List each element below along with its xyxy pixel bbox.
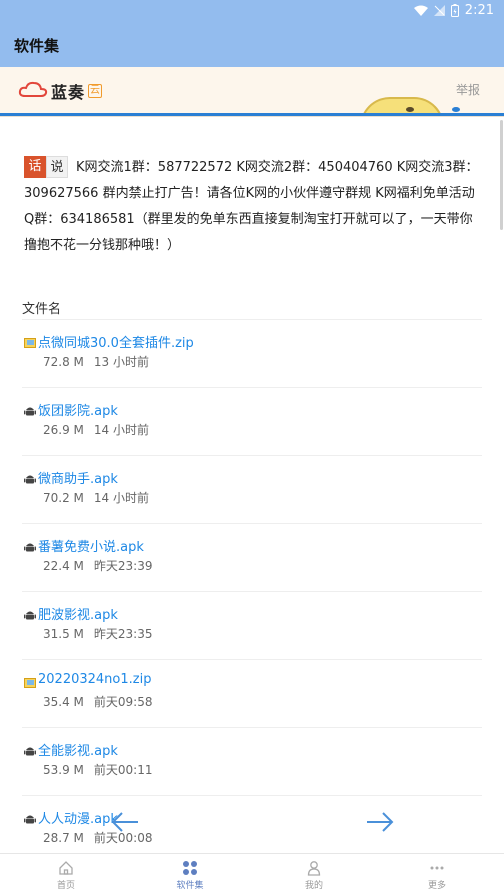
talk-badge: 话说 bbox=[24, 155, 68, 178]
app-bar: 软件集 bbox=[0, 22, 504, 67]
nav-home[interactable]: 首页 bbox=[26, 860, 106, 891]
file-list-header: 文件名 bbox=[22, 298, 482, 320]
file-size: 28.7 M bbox=[43, 831, 84, 845]
file-row[interactable]: 肥波影视.apk 31.5 M 昨天23:35 bbox=[22, 592, 482, 660]
file-name[interactable]: 人人动漫.apk bbox=[38, 808, 118, 827]
banner: 蓝奏 云 举报 bbox=[0, 67, 504, 117]
home-icon bbox=[26, 860, 106, 876]
decoration-dot bbox=[452, 107, 460, 112]
lanzou-logo: 蓝奏 云 bbox=[18, 79, 103, 103]
status-time: 2:21 bbox=[464, 3, 494, 18]
file-name[interactable]: 全能影视.apk bbox=[38, 740, 118, 759]
file-row[interactable]: 点微同城30.0全套插件.zip 72.8 M 13 小时前 bbox=[22, 320, 482, 388]
brand-badge: 云 bbox=[88, 84, 103, 98]
file-name[interactable]: 20220324no1.zip bbox=[38, 672, 151, 687]
android-icon bbox=[24, 742, 36, 756]
file-size: 72.8 M bbox=[43, 355, 84, 369]
file-name[interactable]: 番薯免费小说.apk bbox=[38, 536, 144, 555]
file-time: 前天00:11 bbox=[93, 763, 153, 777]
zip-icon bbox=[24, 334, 36, 348]
wifi-icon bbox=[413, 5, 428, 16]
file-time: 14 小时前 bbox=[93, 423, 149, 437]
file-time: 昨天23:39 bbox=[93, 559, 153, 573]
file-row[interactable]: 全能影视.apk 53.9 M 前天00:11 bbox=[22, 728, 482, 796]
file-row[interactable]: 饭团影院.apk 26.9 M 14 小时前 bbox=[22, 388, 482, 456]
signal-icon bbox=[433, 5, 445, 16]
arrow-right-icon[interactable] bbox=[365, 808, 395, 836]
android-icon bbox=[24, 402, 36, 416]
android-icon bbox=[24, 470, 36, 484]
grid-icon bbox=[150, 860, 230, 876]
notice-body: K网交流1群：587722572 K网交流2群：450404760 K网交流3群… bbox=[24, 160, 479, 253]
bottom-nav: 首页 软件集 我的 更多 bbox=[0, 853, 504, 896]
nav-label: 软件集 bbox=[176, 881, 204, 891]
android-icon bbox=[24, 606, 36, 620]
android-icon bbox=[24, 538, 36, 552]
file-size: 35.4 M bbox=[43, 695, 84, 709]
report-link[interactable]: 举报 bbox=[456, 81, 480, 98]
file-name[interactable]: 微商助手.apk bbox=[38, 468, 118, 487]
battery-icon bbox=[450, 4, 459, 17]
more-icon bbox=[397, 860, 477, 876]
nav-label: 我的 bbox=[304, 881, 323, 891]
file-size: 26.9 M bbox=[43, 423, 84, 437]
file-time: 昨天23:35 bbox=[93, 627, 153, 641]
file-row[interactable]: 番薯免费小说.apk 22.4 M 昨天23:39 bbox=[22, 524, 482, 592]
arrow-left-icon[interactable] bbox=[110, 808, 140, 836]
file-time: 前天09:58 bbox=[93, 695, 153, 709]
file-size: 70.2 M bbox=[43, 491, 84, 505]
banner-strip bbox=[0, 113, 504, 116]
user-icon bbox=[274, 860, 354, 876]
file-time: 13 小时前 bbox=[93, 355, 149, 369]
nav-mine[interactable]: 我的 bbox=[274, 860, 354, 891]
file-meta: 35.4 M 前天09:58 bbox=[43, 693, 152, 710]
notice-text: 话说 K网交流1群：587722572 K网交流2群：450404760 K网交流… bbox=[24, 155, 482, 259]
file-name[interactable]: 饭团影院.apk bbox=[38, 400, 118, 419]
file-meta: 70.2 M 14 小时前 bbox=[43, 489, 149, 506]
scrollbar[interactable] bbox=[500, 120, 503, 230]
decoration-eye bbox=[406, 107, 414, 112]
status-icons: 2:21 bbox=[413, 3, 494, 18]
nav-label: 首页 bbox=[56, 881, 75, 891]
cloud-icon bbox=[18, 80, 48, 102]
file-row[interactable]: 20220324no1.zip 35.4 M 前天09:58 bbox=[22, 660, 482, 728]
file-row[interactable]: 微商助手.apk 70.2 M 14 小时前 bbox=[22, 456, 482, 524]
status-bar: 2:21 bbox=[0, 0, 504, 22]
file-list: 点微同城30.0全套插件.zip 72.8 M 13 小时前 饭团影院.apk 2… bbox=[22, 320, 482, 864]
file-meta: 26.9 M 14 小时前 bbox=[43, 421, 149, 438]
file-time: 14 小时前 bbox=[93, 491, 149, 505]
file-name[interactable]: 肥波影视.apk bbox=[38, 604, 118, 623]
file-meta: 22.4 M 昨天23:39 bbox=[43, 557, 152, 574]
file-size: 22.4 M bbox=[43, 559, 84, 573]
zip-icon bbox=[24, 674, 36, 688]
file-meta: 72.8 M 13 小时前 bbox=[43, 353, 149, 370]
file-name[interactable]: 点微同城30.0全套插件.zip bbox=[38, 332, 194, 351]
brand-name: 蓝奏 bbox=[51, 83, 86, 102]
android-icon bbox=[24, 810, 36, 824]
nav-more[interactable]: 更多 bbox=[397, 860, 477, 891]
page-title: 软件集 bbox=[14, 37, 60, 55]
nav-label: 更多 bbox=[427, 881, 446, 891]
nav-software[interactable]: 软件集 bbox=[150, 860, 230, 891]
file-meta: 53.9 M 前天00:11 bbox=[43, 761, 152, 778]
file-size: 31.5 M bbox=[43, 627, 84, 641]
file-meta: 31.5 M 昨天23:35 bbox=[43, 625, 152, 642]
file-size: 53.9 M bbox=[43, 763, 84, 777]
